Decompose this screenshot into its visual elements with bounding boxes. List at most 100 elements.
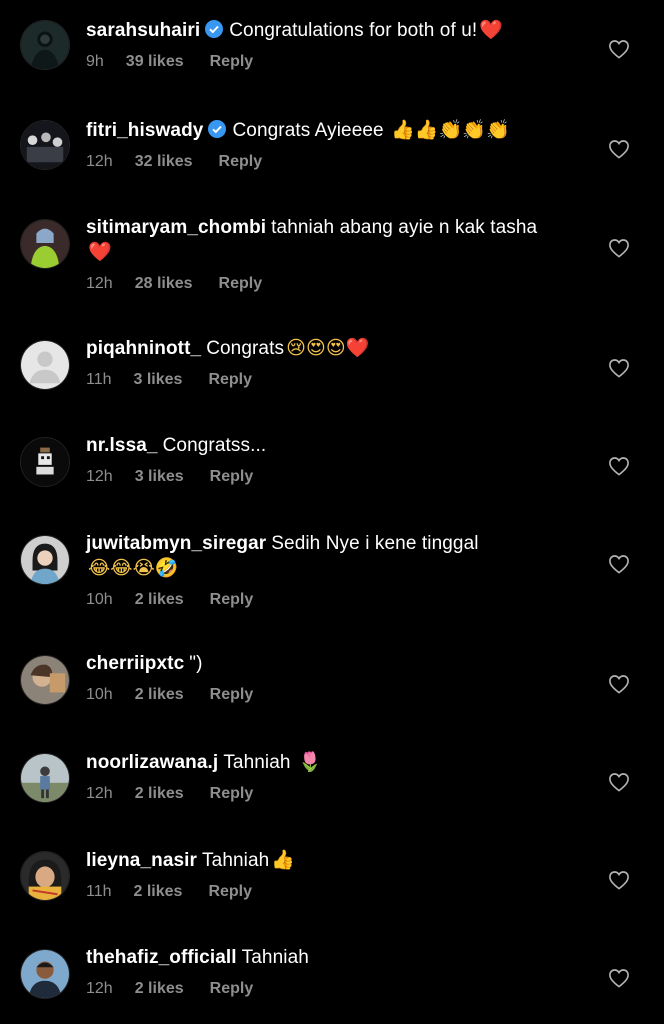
reply-button[interactable]: Reply xyxy=(219,274,263,294)
avatar-person-green-icon xyxy=(21,220,69,268)
like-button[interactable] xyxy=(608,674,630,694)
comment-message: Tahniah xyxy=(223,752,291,773)
comment-likes[interactable]: 3 likes xyxy=(135,467,184,487)
comment-likes[interactable]: 2 likes xyxy=(135,590,184,610)
comment-text: sitimaryam_chombi tahniah abang ayie n ka… xyxy=(86,216,576,265)
like-button[interactable] xyxy=(608,139,630,159)
avatar-person-brown-icon xyxy=(21,656,69,704)
reply-button[interactable]: Reply xyxy=(208,370,252,390)
comment-message: Congratulations for both of u! xyxy=(229,20,478,41)
comment-time: 10h xyxy=(86,591,113,608)
avatar[interactable] xyxy=(20,219,70,269)
comment-message: ") xyxy=(189,653,203,674)
comment-likes[interactable]: 2 likes xyxy=(135,979,184,999)
avatar-person-dark-icon xyxy=(21,21,69,69)
comment-likes[interactable]: 32 likes xyxy=(135,152,193,172)
comment-time: 12h xyxy=(86,785,113,802)
comment-text: juwitabmyn_siregar Sedih Nye i kene tingg… xyxy=(86,532,576,581)
comment-time: 9h xyxy=(86,53,104,70)
like-button[interactable] xyxy=(608,870,630,890)
username[interactable]: juwitabmyn_siregar xyxy=(86,533,266,554)
reply-button[interactable]: Reply xyxy=(210,979,254,999)
username[interactable]: sarahsuhairi xyxy=(86,20,200,41)
avatar[interactable] xyxy=(20,851,70,901)
reply-button[interactable]: Reply xyxy=(219,152,263,172)
comment-emojis: 😂😂😭🤣 xyxy=(88,557,179,579)
comment-emojis: 🌷 xyxy=(297,751,322,773)
comment-likes[interactable]: 2 likes xyxy=(135,685,184,705)
heart-outline-icon xyxy=(609,871,629,890)
username[interactable]: fitri_hiswady xyxy=(86,120,203,141)
avatar-person-scarf-icon xyxy=(21,536,69,584)
comment-text: fitri_hiswady Congrats Ayieeee 👍👍👏👏👏 xyxy=(86,118,576,143)
verified-badge-icon xyxy=(208,120,227,138)
avatar-group-photo-icon xyxy=(21,121,69,169)
reply-button[interactable]: Reply xyxy=(210,685,254,705)
comment-meta: 11h 3 likes Reply xyxy=(86,370,576,390)
comment-text: noorlizawana.j Tahniah 🌷 xyxy=(86,750,576,775)
heart-outline-icon xyxy=(609,969,629,988)
heart-outline-icon xyxy=(609,675,629,694)
username[interactable]: thehafiz_officiall xyxy=(86,947,237,968)
comment-emojis: 👍👍👏👏👏 xyxy=(391,119,510,141)
comment-text: thehafiz_officiall Tahniah xyxy=(86,946,576,970)
comment-body: sarahsuhairi Congratulations for both of … xyxy=(86,18,576,72)
avatar-person-outdoor-icon xyxy=(21,754,69,802)
heart-outline-icon xyxy=(609,239,629,258)
avatar-cartoon-icon xyxy=(21,438,69,486)
avatar[interactable] xyxy=(20,120,70,170)
like-button[interactable] xyxy=(608,358,630,378)
comment-message: Tahniah xyxy=(241,947,309,968)
avatar[interactable] xyxy=(20,949,70,999)
username[interactable]: lieyna_nasir xyxy=(86,850,197,871)
comment-time: 12h xyxy=(86,468,113,485)
avatar[interactable] xyxy=(20,20,70,70)
like-button[interactable] xyxy=(608,968,630,988)
comment-likes[interactable]: 39 likes xyxy=(126,52,184,72)
comment-emojis: ❤️ xyxy=(88,241,112,263)
comment-text: cherriipxtc ") xyxy=(86,652,576,676)
heart-outline-icon xyxy=(609,140,629,159)
comment-message: Congratss... xyxy=(162,435,267,456)
reply-button[interactable]: Reply xyxy=(210,784,254,804)
like-button[interactable] xyxy=(608,772,630,792)
like-button[interactable] xyxy=(608,554,630,574)
comment-likes[interactable]: 3 likes xyxy=(134,370,183,390)
reply-button[interactable]: Reply xyxy=(210,52,254,72)
reply-button[interactable]: Reply xyxy=(208,882,252,902)
reply-button[interactable]: Reply xyxy=(210,590,254,610)
avatar[interactable] xyxy=(20,437,70,487)
like-button[interactable] xyxy=(608,39,630,59)
username[interactable]: cherriipxtc xyxy=(86,653,184,674)
comment-likes[interactable]: 2 likes xyxy=(134,882,183,902)
username[interactable]: noorlizawana.j xyxy=(86,752,218,773)
comment-likes[interactable]: 2 likes xyxy=(135,784,184,804)
comment-body: lieyna_nasir Tahniah 👍 11h 2 likes Reply xyxy=(86,848,576,902)
like-button[interactable] xyxy=(608,238,630,258)
avatar[interactable] xyxy=(20,753,70,803)
comment-message: Sedih Nye i kene tinggal xyxy=(271,533,479,554)
username[interactable]: nr.lssa_ xyxy=(86,435,158,456)
like-button[interactable] xyxy=(608,456,630,476)
comment-text: nr.lssa_ Congratss... xyxy=(86,434,576,458)
heart-outline-icon xyxy=(609,359,629,378)
comment-message: Tahniah xyxy=(202,850,270,871)
comment-meta: 12h 3 likes Reply xyxy=(86,467,576,487)
comment-body: nr.lssa_ Congratss... 12h 3 likes Reply xyxy=(86,434,576,487)
username[interactable]: sitimaryam_chombi xyxy=(86,217,266,238)
avatar[interactable] xyxy=(20,535,70,585)
comment-time: 10h xyxy=(86,686,113,703)
comment-meta: 12h 28 likes Reply xyxy=(86,274,576,294)
comment-meta: 12h 2 likes Reply xyxy=(86,979,576,999)
comment-meta: 9h 39 likes Reply xyxy=(86,52,576,72)
heart-outline-icon xyxy=(609,773,629,792)
avatar[interactable] xyxy=(20,340,70,390)
heart-outline-icon xyxy=(609,555,629,574)
reply-button[interactable]: Reply xyxy=(210,467,254,487)
comment-message: tahniah abang ayie n kak tasha xyxy=(271,217,538,238)
heart-outline-icon xyxy=(609,457,629,476)
comment-time: 11h xyxy=(86,371,112,388)
avatar[interactable] xyxy=(20,655,70,705)
comment-likes[interactable]: 28 likes xyxy=(135,274,193,294)
username[interactable]: piqahninott_ xyxy=(86,338,201,359)
